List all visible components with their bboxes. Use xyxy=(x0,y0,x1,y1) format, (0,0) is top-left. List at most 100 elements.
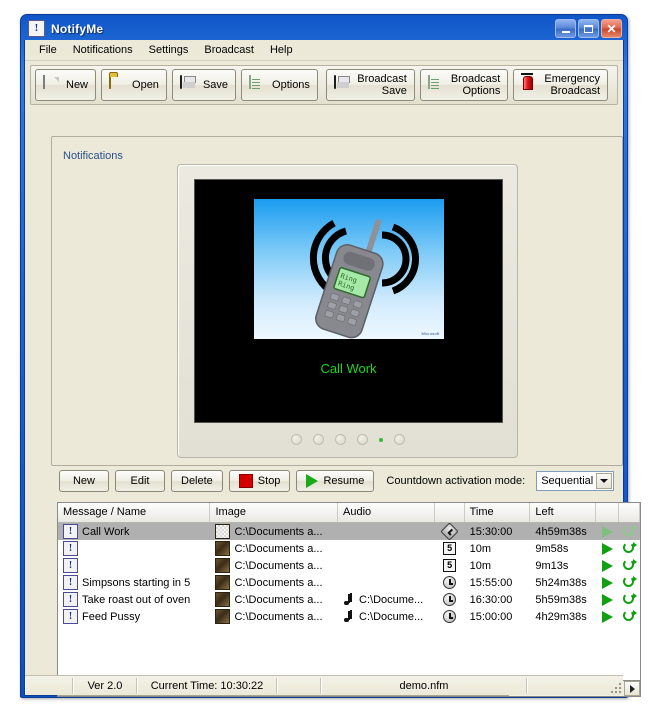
toolbar-broadcast-save-button[interactable]: Broadcast Save xyxy=(326,69,415,101)
restart-icon[interactable] xyxy=(623,525,638,538)
restart-icon[interactable] xyxy=(623,576,638,589)
monitor-power-button[interactable] xyxy=(393,434,405,445)
label-line-1: Broadcast xyxy=(450,73,501,85)
toolbar-emergency-broadcast-label: Emergency Broadcast xyxy=(544,73,600,97)
new-notification-button[interactable]: New xyxy=(59,470,109,492)
chevron-down-icon[interactable] xyxy=(596,473,613,489)
cell-audio: C:\Docume... xyxy=(338,591,435,608)
cell-restart[interactable] xyxy=(619,540,640,557)
toolbar-open-label: Open xyxy=(132,78,159,91)
menu-item-notifications[interactable]: Notifications xyxy=(65,42,141,58)
cell-play[interactable] xyxy=(596,523,619,540)
maximize-button[interactable] xyxy=(578,19,599,38)
cell-audio xyxy=(338,540,435,557)
play-icon[interactable] xyxy=(602,576,614,589)
cell-left: 9m13s xyxy=(535,559,569,572)
window-controls: ✕ xyxy=(555,19,622,38)
cell-image: C:\Documents a... xyxy=(210,557,338,574)
resume-button[interactable]: Resume xyxy=(296,470,375,492)
play-icon[interactable] xyxy=(602,593,614,606)
resize-grip[interactable] xyxy=(609,681,621,693)
restart-icon[interactable] xyxy=(623,542,638,555)
clipart-credit: Microsoft xyxy=(421,331,440,336)
column-header-type[interactable] xyxy=(435,503,465,522)
menu-item-broadcast[interactable]: Broadcast xyxy=(196,42,262,58)
play-icon[interactable] xyxy=(602,559,614,572)
column-header-image[interactable]: Image xyxy=(210,503,339,522)
menu-item-help[interactable]: Help xyxy=(262,42,301,58)
edit-notification-button[interactable]: Edit xyxy=(115,470,165,492)
cell-play[interactable] xyxy=(596,557,619,574)
cell-restart[interactable] xyxy=(619,523,640,540)
resume-label: Resume xyxy=(323,475,365,487)
cell-restart[interactable] xyxy=(619,591,640,608)
status-cell-empty xyxy=(25,677,73,694)
monitor-button-4[interactable] xyxy=(356,434,368,445)
column-header-left[interactable]: Left xyxy=(530,503,597,522)
cell-play[interactable] xyxy=(596,540,619,557)
alarm-clock-icon xyxy=(443,576,457,589)
cell-left: 5h24m38s xyxy=(535,576,587,589)
cell-restart[interactable] xyxy=(619,608,640,625)
scroll-right-button[interactable] xyxy=(624,681,640,696)
play-icon[interactable] xyxy=(602,542,614,555)
cell-time: 10m xyxy=(469,542,491,555)
image-path-text: C:\Documents a... xyxy=(234,559,323,572)
chevron-right-icon xyxy=(629,684,635,693)
table-row[interactable]: ! C:\Documents a... 5 10m 9m13s xyxy=(58,557,640,574)
cell-play[interactable] xyxy=(596,608,619,625)
cell-message-name: ! Feed Pussy xyxy=(58,608,210,625)
menu-item-settings[interactable]: Settings xyxy=(141,42,197,58)
delete-notification-button[interactable]: Delete xyxy=(171,470,223,492)
toolbar-broadcast-options-button[interactable]: Broadcast Options xyxy=(419,69,509,101)
label-line-2: Options xyxy=(462,85,501,97)
monitor-button-3[interactable] xyxy=(334,434,346,445)
cell-time: 10m xyxy=(469,559,491,572)
cell-play[interactable] xyxy=(596,574,619,591)
cell-restart[interactable] xyxy=(619,557,640,574)
monitor-button-1[interactable] xyxy=(290,434,302,445)
column-header-play[interactable] xyxy=(596,503,620,522)
toolbar-emergency-broadcast-button[interactable]: Emergency Broadcast xyxy=(513,69,608,101)
column-header-message-name[interactable]: Message / Name xyxy=(58,503,211,522)
image-path-text: C:\Documents a... xyxy=(234,525,323,538)
floppy-disk-icon xyxy=(179,75,198,94)
restart-icon[interactable] xyxy=(623,593,638,606)
toolbar-broadcast-save-label: Broadcast Save xyxy=(357,73,407,97)
status-version: Ver 2.0 xyxy=(73,677,137,694)
table-row[interactable]: ! Take roast out of oven C:\Documents a.… xyxy=(58,591,640,608)
table-row[interactable]: ! C:\Documents a... 5 10m 9m58s xyxy=(58,540,640,557)
cell-image: C:\Documents a... xyxy=(210,574,338,591)
restart-icon[interactable] xyxy=(623,610,638,623)
restart-icon[interactable] xyxy=(623,559,638,572)
toolbar-save-button[interactable]: Save xyxy=(171,69,237,101)
play-icon[interactable] xyxy=(602,525,614,538)
stop-icon xyxy=(238,474,253,488)
play-icon[interactable] xyxy=(602,610,614,623)
toolbar-new-button[interactable]: New xyxy=(35,69,97,101)
countdown-mode-select[interactable]: Sequential xyxy=(536,471,615,491)
table-row[interactable]: ! Call Work C:\Documents a... 15:30:00 4… xyxy=(58,523,640,540)
column-header-audio[interactable]: Audio xyxy=(338,503,435,522)
table-row[interactable]: ! Simpsons starting in 5 C:\Documents a.… xyxy=(58,574,640,591)
notifications-table[interactable]: Message / Name Image Audio Time Left ! C… xyxy=(57,502,641,694)
toolbar-open-button[interactable]: Open xyxy=(101,69,167,101)
notification-icon: ! xyxy=(63,541,78,556)
image-path-text: C:\Documents a... xyxy=(234,593,323,606)
toolbar-options-label: Options xyxy=(272,78,310,91)
toolbar-options-button[interactable]: Options xyxy=(241,69,318,101)
window-title: NotifyMe xyxy=(51,21,104,36)
column-header-time[interactable]: Time xyxy=(465,503,531,522)
countdown-5-icon: 5 xyxy=(443,559,457,572)
stop-button[interactable]: Stop xyxy=(228,470,291,492)
label-line-1: Broadcast xyxy=(357,73,407,85)
minimize-button[interactable] xyxy=(555,19,576,38)
close-button[interactable]: ✕ xyxy=(601,19,622,38)
menu-item-file[interactable]: File xyxy=(31,42,65,58)
column-header-restart[interactable] xyxy=(619,503,640,522)
monitor-button-2[interactable] xyxy=(312,434,324,445)
cell-restart[interactable] xyxy=(619,574,640,591)
cell-play[interactable] xyxy=(596,591,619,608)
table-row[interactable]: ! Feed Pussy C:\Documents a... C:\Docume… xyxy=(58,608,640,625)
application-window: ! NotifyMe ✕ File Notifications Settings… xyxy=(20,14,641,698)
